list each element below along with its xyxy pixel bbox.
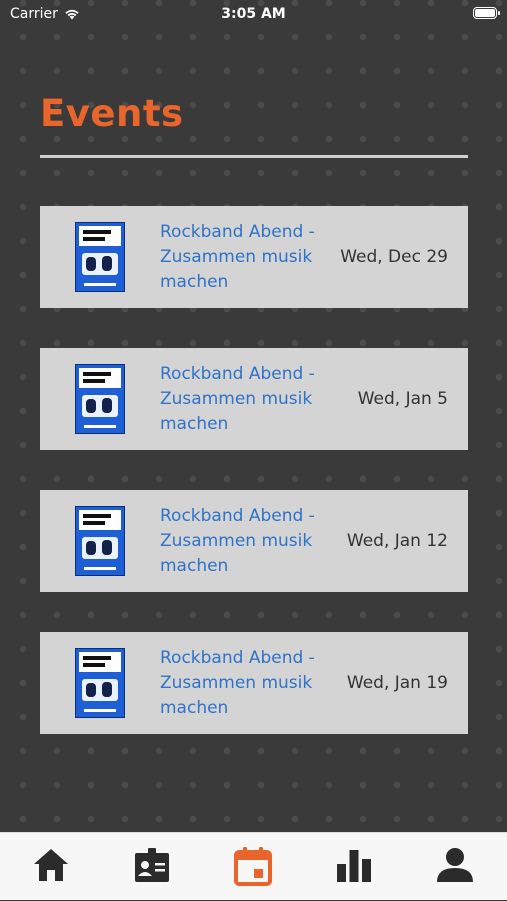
tab-events[interactable] [202,833,303,901]
event-card[interactable]: Rockband Abend - Zusammen musik machen W… [40,490,468,592]
event-title: Rockband Abend - Zusammen musik machen [160,364,315,434]
user-icon [436,848,473,882]
tab-bar [0,832,507,900]
clock: 3:05 AM [221,6,286,22]
tab-home[interactable] [0,833,101,901]
id-badge-icon [134,848,169,882]
calendar-icon [233,847,272,886]
event-date: Wed, Jan 5 [357,389,448,409]
event-card[interactable]: Rockband Abend - Zusammen musik machen W… [40,206,468,308]
tab-profile[interactable] [404,833,505,901]
event-date: Wed, Jan 12 [346,531,448,551]
event-poster-image [75,364,125,434]
home-icon [33,849,68,881]
event-date: Wed, Jan 19 [346,673,448,693]
tab-membership[interactable] [101,833,202,901]
event-date: Wed, Dec 29 [340,247,448,267]
battery-icon [473,7,500,19]
event-title: Rockband Abend - Zusammen musik machen [160,648,315,718]
event-poster-image [75,648,125,718]
event-poster-image [75,222,125,292]
event-card[interactable]: Rockband Abend - Zusammen musik machen W… [40,348,468,450]
event-poster-image [75,506,125,576]
event-title: Rockband Abend - Zusammen musik machen [160,222,315,292]
tab-stats[interactable] [303,833,404,901]
bar-chart-icon [336,850,371,882]
event-card[interactable]: Rockband Abend - Zusammen musik machen W… [40,632,468,734]
title-divider [40,155,468,158]
event-title: Rockband Abend - Zusammen musik machen [160,506,315,576]
page-title: Events [40,92,184,135]
status-bar: Carrier 3:05 AM [0,0,507,30]
